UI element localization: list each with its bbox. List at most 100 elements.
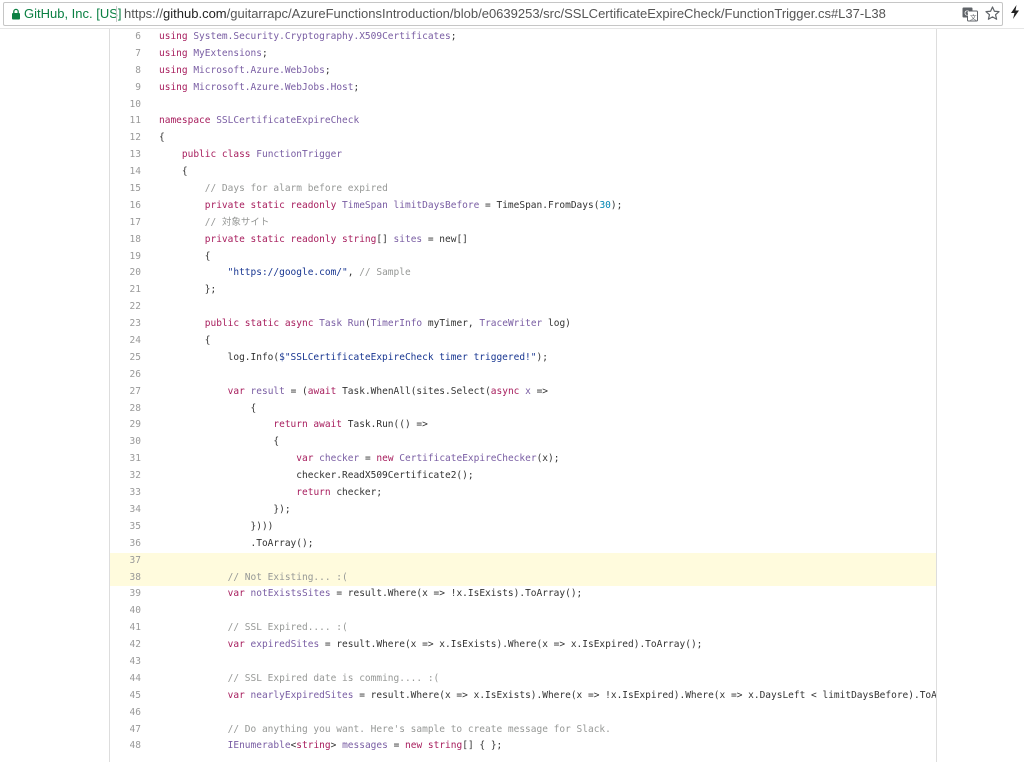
line-number[interactable]: 20: [110, 265, 141, 282]
code-token: [] { };: [462, 740, 503, 752]
line-number[interactable]: 15: [110, 181, 141, 198]
code-line: 12 {: [110, 130, 936, 147]
code-line: 39 var notExistsSites = result.Where(x =…: [110, 586, 936, 603]
line-number[interactable]: 7: [110, 46, 141, 63]
line-number[interactable]: 30: [110, 434, 141, 451]
line-number[interactable]: 46: [110, 705, 141, 722]
line-number[interactable]: 31: [110, 451, 141, 468]
line-number[interactable]: 19: [110, 249, 141, 266]
lock-icon[interactable]: [10, 8, 22, 20]
code-text: log.Info($"SSLCertificateExpireCheck tim…: [159, 350, 548, 367]
line-number[interactable]: 33: [110, 485, 141, 502]
code-text: {: [159, 249, 211, 266]
omnibox[interactable]: GitHub, Inc. [US] https://github.com/gui…: [3, 2, 1003, 26]
line-number[interactable]: 27: [110, 384, 141, 401]
code-token: checker;: [336, 487, 383, 499]
code-token: Task: [319, 318, 348, 330]
line-number[interactable]: 47: [110, 722, 141, 739]
line-number[interactable]: 22: [110, 299, 141, 316]
extension-icon[interactable]: [1010, 5, 1020, 19]
code-line: 46: [110, 705, 936, 722]
url-text[interactable]: https://github.com/guitarrapc/AzureFunct…: [124, 6, 886, 22]
code-text: using MyExtensions;: [159, 46, 268, 63]
line-number[interactable]: 26: [110, 367, 141, 384]
code-text: return await Task.Run(() =>: [159, 417, 427, 434]
line-number[interactable]: 6: [110, 29, 141, 46]
line-number[interactable]: 12: [110, 130, 141, 147]
translate-icon[interactable]: G 文: [962, 6, 978, 22]
code-token: ;: [450, 31, 457, 42]
code-token: public static async: [204, 318, 320, 330]
code-text: });: [159, 502, 291, 519]
code-token: var: [296, 453, 320, 465]
line-number[interactable]: 24: [110, 333, 141, 350]
code-token: = TimeSpan.FromDays(: [479, 199, 600, 211]
line-number[interactable]: 43: [110, 654, 141, 671]
code-token: ;: [353, 81, 360, 93]
line-number[interactable]: 14: [110, 164, 141, 181]
code-line: 43: [110, 654, 936, 671]
code-line: 47 // Do anything you want. Here's sampl…: [110, 722, 936, 739]
code-token: .ToArray();: [159, 537, 314, 549]
line-number[interactable]: 21: [110, 282, 141, 299]
code-text: return checker;: [159, 485, 382, 502]
line-number[interactable]: 40: [110, 603, 141, 620]
code-line: 36 .ToArray();: [110, 536, 936, 553]
line-number[interactable]: 10: [110, 97, 141, 114]
line-number[interactable]: 18: [110, 232, 141, 249]
line-number[interactable]: 29: [110, 417, 141, 434]
line-number[interactable]: 16: [110, 198, 141, 215]
code-token: nearlyExpiredSites: [250, 689, 354, 701]
code-line: 20 "https://google.com/", // Sample: [110, 265, 936, 282]
line-number[interactable]: 42: [110, 637, 141, 654]
code-token: "https://google.com/": [227, 267, 348, 279]
code-line: 37: [110, 552, 936, 570]
code-token: = result.Where(x => !x.IsExists).ToArray…: [330, 588, 583, 600]
line-number[interactable]: 8: [110, 63, 141, 80]
star-icon[interactable]: [984, 5, 1001, 22]
code-token: await: [307, 385, 343, 397]
code-token: });: [159, 503, 291, 515]
line-number[interactable]: 28: [110, 401, 141, 418]
code-token: $"SSLCertificateExpireCheck timer trigge…: [279, 351, 537, 363]
code-token: ,: [347, 267, 360, 279]
line-number[interactable]: 13: [110, 147, 141, 164]
browser-address-bar: GitHub, Inc. [US] https://github.com/gui…: [0, 0, 1024, 29]
line-number[interactable]: 9: [110, 80, 141, 97]
line-number[interactable]: 25: [110, 350, 141, 367]
line-number[interactable]: 11: [110, 113, 141, 130]
code-token: []: [376, 233, 394, 245]
url-path: /guitarrapc/AzureFunctionsIntroduction/b…: [226, 6, 886, 21]
code-token: async: [490, 385, 526, 397]
line-number[interactable]: 39: [110, 586, 141, 603]
line-number[interactable]: 37: [110, 553, 141, 570]
code-line: 25 log.Info($"SSLCertificateExpireCheck …: [110, 350, 936, 367]
line-number[interactable]: 48: [110, 738, 141, 755]
line-number[interactable]: 44: [110, 671, 141, 688]
security-label[interactable]: GitHub, Inc. [US]: [24, 6, 122, 22]
line-number[interactable]: 35: [110, 519, 141, 536]
line-number[interactable]: 38: [110, 570, 141, 587]
code-text: var checker = new CertificateExpireCheck…: [159, 451, 559, 468]
code-text: // Days for alarm before expired: [159, 181, 388, 198]
line-number[interactable]: 36: [110, 536, 141, 553]
line-number[interactable]: 32: [110, 468, 141, 485]
code-line: 11 namespace SSLCertificateExpireCheck: [110, 113, 936, 130]
line-number[interactable]: 34: [110, 502, 141, 519]
line-number[interactable]: 41: [110, 620, 141, 637]
line-number[interactable]: 23: [110, 316, 141, 333]
code-line: 21 };: [110, 282, 936, 299]
code-token: new string: [405, 740, 463, 752]
code-token: expiredSites: [250, 639, 320, 651]
code-token: notExistsSites: [250, 588, 331, 600]
line-number[interactable]: 45: [110, 688, 141, 705]
line-number[interactable]: 17: [110, 215, 141, 232]
